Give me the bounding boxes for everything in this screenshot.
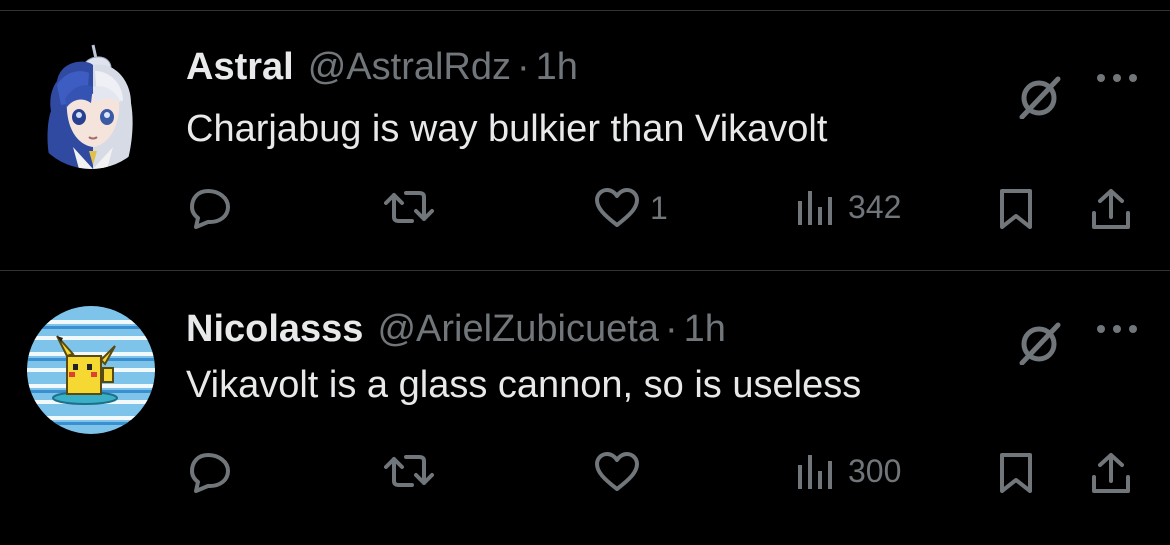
- share-icon: [1092, 453, 1130, 493]
- separator-dot: ·: [517, 46, 530, 88]
- bookmark-button[interactable]: [998, 451, 1034, 495]
- post-text: Charjabug is way bulkier than Vikavolt: [186, 108, 828, 150]
- user-handle[interactable]: @AstralRdz: [308, 45, 511, 89]
- views-button[interactable]: 342: [796, 187, 901, 227]
- heart-icon: [595, 188, 639, 227]
- post-header: Nicolasss @ArielZubicueta · 1h: [186, 307, 726, 351]
- avatar[interactable]: [27, 41, 155, 169]
- repost-button[interactable]: [384, 187, 434, 227]
- post-text: Vikavolt is a glass cannon, so is useles…: [186, 364, 862, 406]
- post-time[interactable]: 1h: [684, 307, 726, 351]
- repost-icon: [384, 191, 434, 223]
- anime-avatar-image: [27, 41, 155, 169]
- share-button[interactable]: [1090, 451, 1132, 495]
- user-handle[interactable]: @ArielZubicueta: [377, 307, 658, 351]
- like-button[interactable]: 1: [594, 187, 668, 229]
- more-icon[interactable]: [1094, 317, 1140, 341]
- more-icon[interactable]: [1094, 66, 1140, 90]
- display-name[interactable]: Nicolasss: [186, 307, 363, 351]
- reply-button[interactable]: [188, 187, 232, 229]
- display-name[interactable]: Astral: [186, 45, 294, 89]
- like-button[interactable]: [594, 451, 650, 493]
- views-button[interactable]: 300: [796, 451, 901, 491]
- repost-icon: [384, 455, 434, 487]
- reply-button[interactable]: [188, 451, 232, 493]
- views-icon: [798, 191, 832, 225]
- post-header: Astral @AstralRdz · 1h: [186, 45, 578, 89]
- reply-icon: [190, 453, 230, 493]
- share-icon: [1092, 189, 1130, 229]
- post[interactable]: Nicolasss @ArielZubicueta · 1h Vikavolt …: [0, 270, 1170, 529]
- reply-icon: [190, 189, 230, 229]
- bookmark-icon: [1000, 453, 1032, 493]
- like-count: 1: [650, 189, 668, 226]
- heart-icon: [595, 452, 639, 491]
- grok-icon[interactable]: [1018, 75, 1062, 120]
- bookmark-icon: [1000, 189, 1032, 229]
- avatar[interactable]: [27, 306, 155, 434]
- pikachu-surfing-avatar-image: [27, 306, 155, 434]
- bookmark-button[interactable]: [998, 187, 1034, 231]
- separator-dot: ·: [664, 308, 678, 350]
- view-count: 300: [848, 452, 902, 489]
- post-time[interactable]: 1h: [536, 45, 578, 89]
- view-count: 342: [848, 188, 902, 225]
- share-button[interactable]: [1090, 187, 1132, 231]
- grok-icon[interactable]: [1018, 321, 1062, 366]
- post[interactable]: Astral @AstralRdz · 1h Charjabug is way …: [0, 11, 1170, 269]
- views-icon: [798, 455, 832, 489]
- repost-button[interactable]: [384, 451, 434, 491]
